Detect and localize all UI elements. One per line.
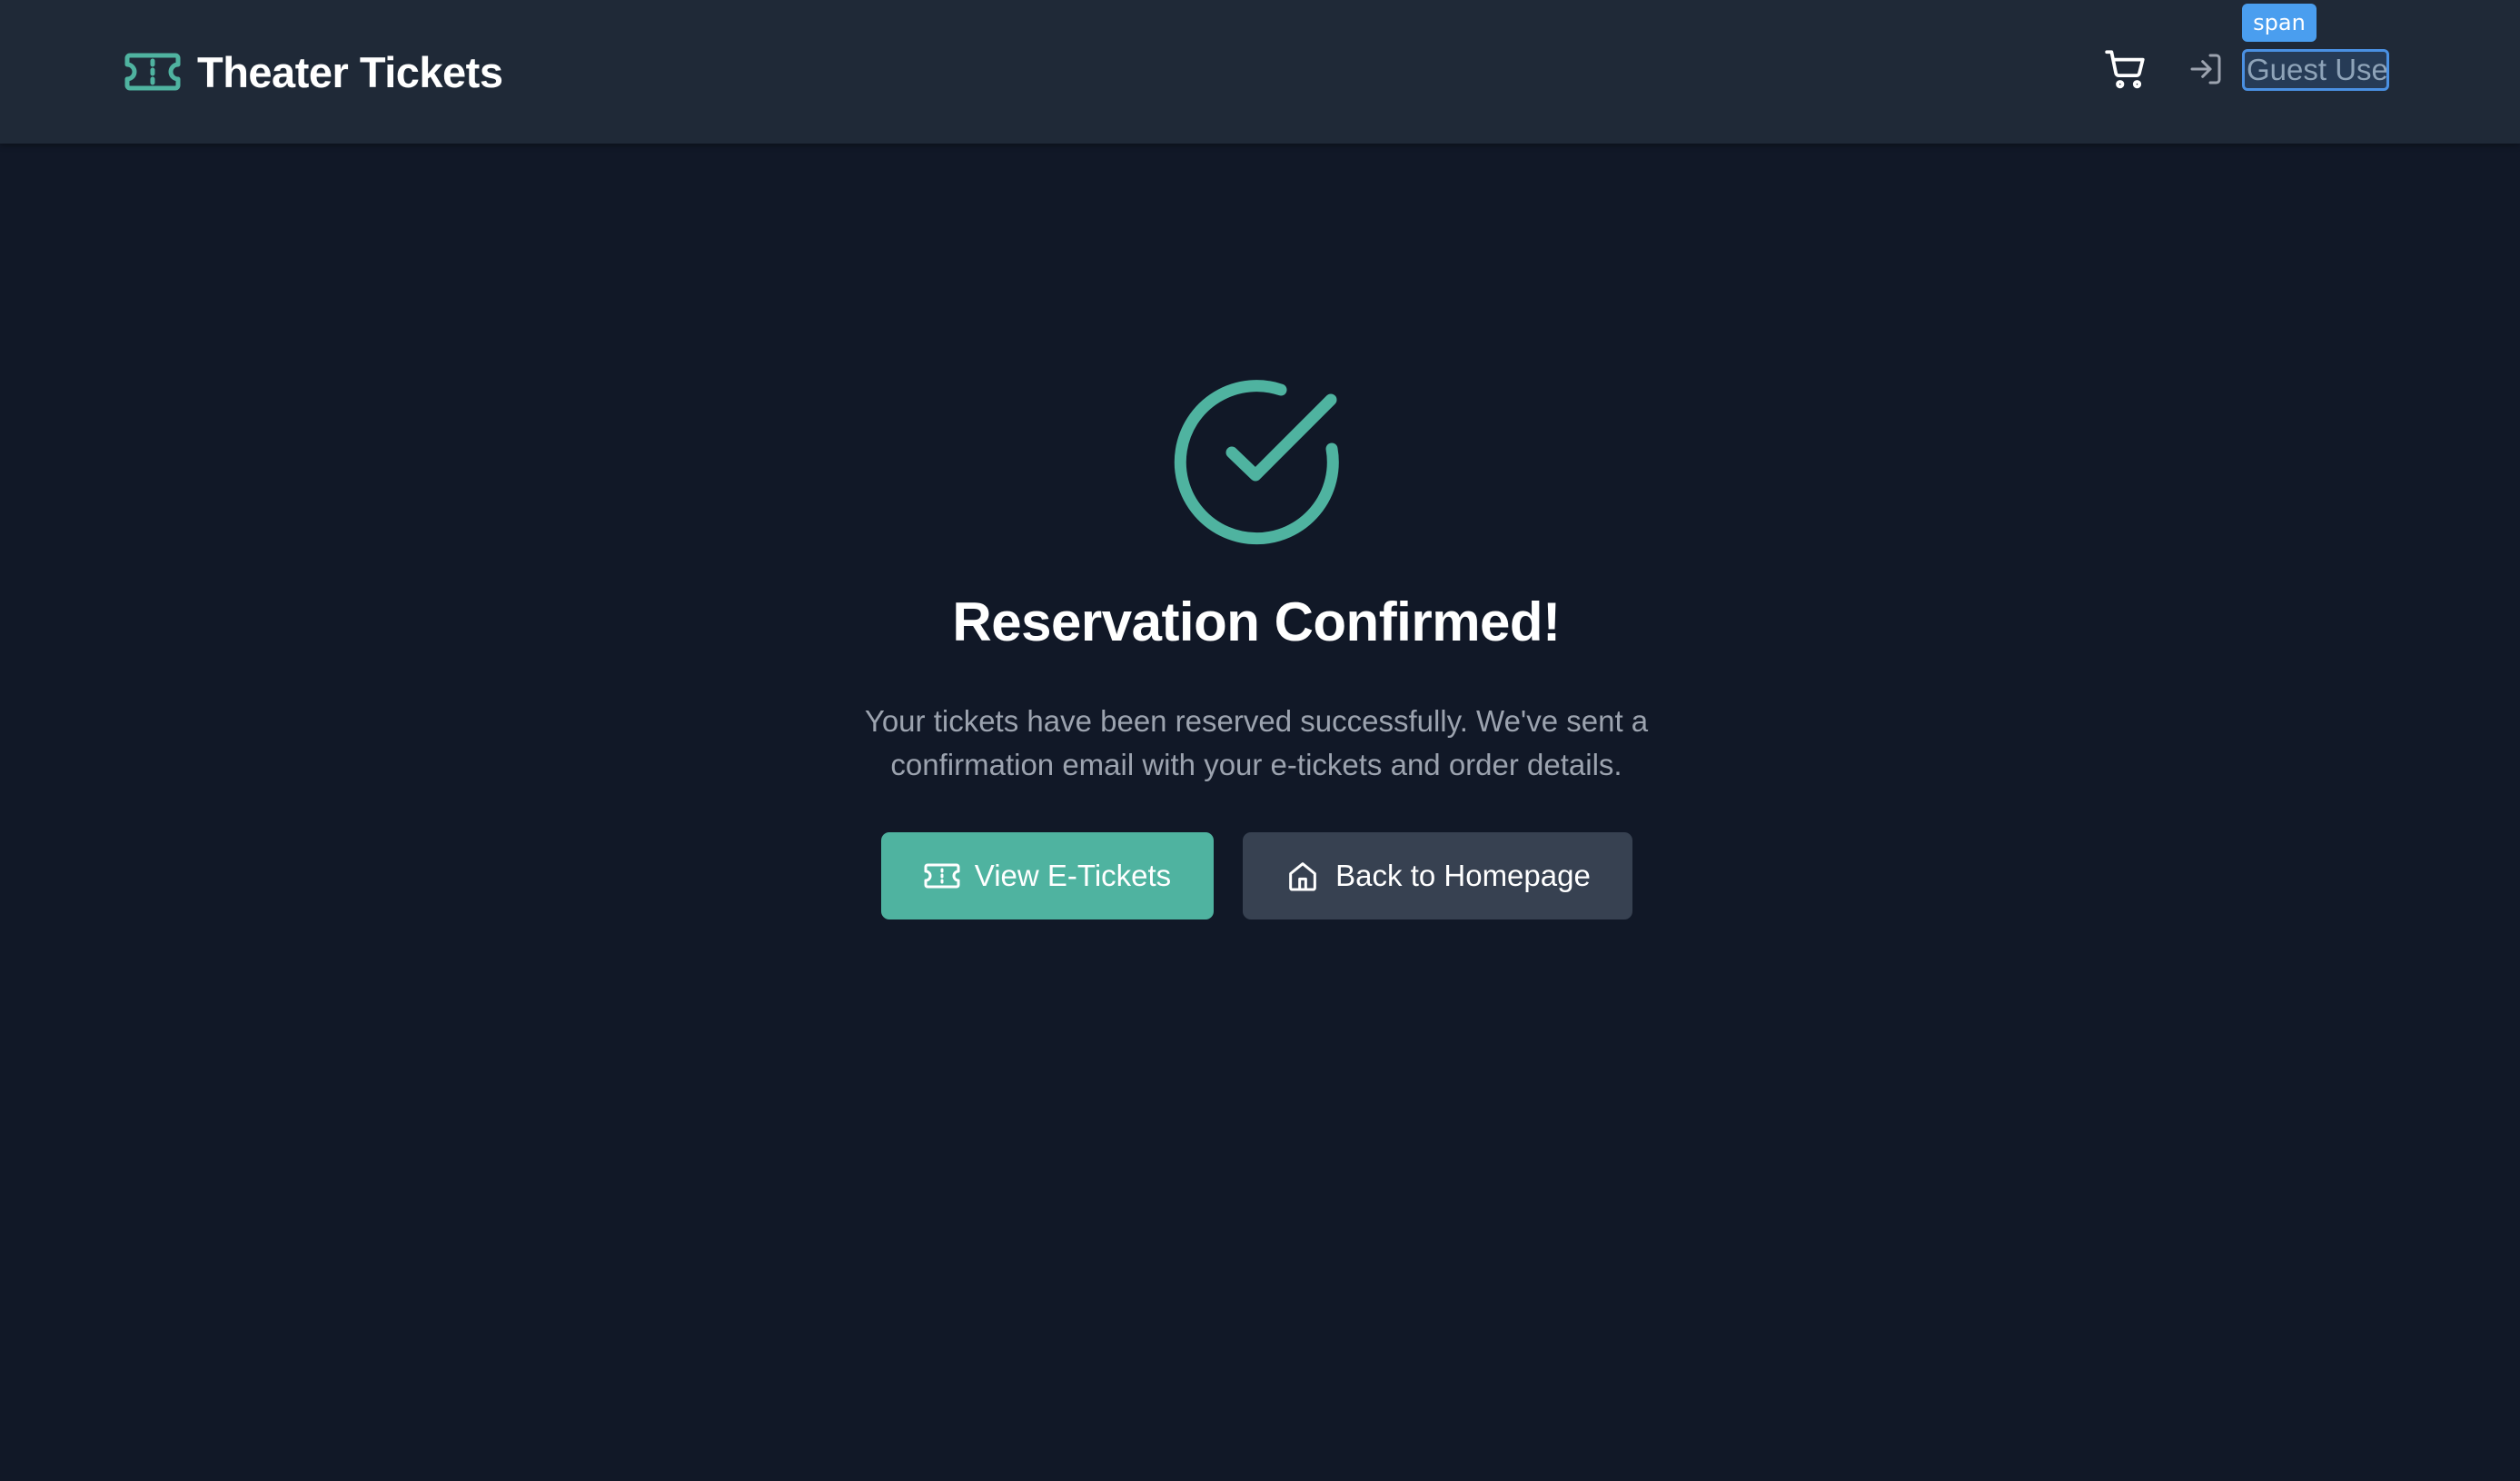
page: Theater Tickets Guest User span Reservat… — [0, 0, 2520, 1481]
ticket-icon — [924, 858, 960, 894]
check-circle-icon — [1174, 380, 1339, 545]
brand-title: Theater Tickets — [197, 47, 503, 96]
user-name[interactable]: Guest User — [2242, 49, 2389, 91]
view-e-tickets-label: View E-Tickets — [974, 859, 1172, 892]
top-navbar: Theater Tickets Guest User — [0, 0, 2520, 144]
login-icon — [2188, 51, 2224, 92]
confirmation-title: Reservation Confirmed! — [952, 591, 1561, 652]
view-e-tickets-button[interactable]: View E-Tickets — [881, 832, 1214, 919]
confirmation-message: Your tickets have been reserved successf… — [864, 704, 1649, 781]
shopping-cart-icon — [2103, 46, 2148, 96]
home-icon — [1285, 858, 1321, 894]
brand-link[interactable]: Theater Tickets — [124, 44, 503, 100]
inspector-element-tag: span — [2242, 4, 2317, 42]
back-to-homepage-label: Back to Homepage — [1335, 859, 1591, 892]
back-to-homepage-button[interactable]: Back to Homepage — [1243, 832, 1632, 919]
login-button[interactable] — [2186, 51, 2226, 91]
cart-button[interactable] — [2100, 45, 2151, 96]
ticket-icon — [124, 44, 181, 100]
